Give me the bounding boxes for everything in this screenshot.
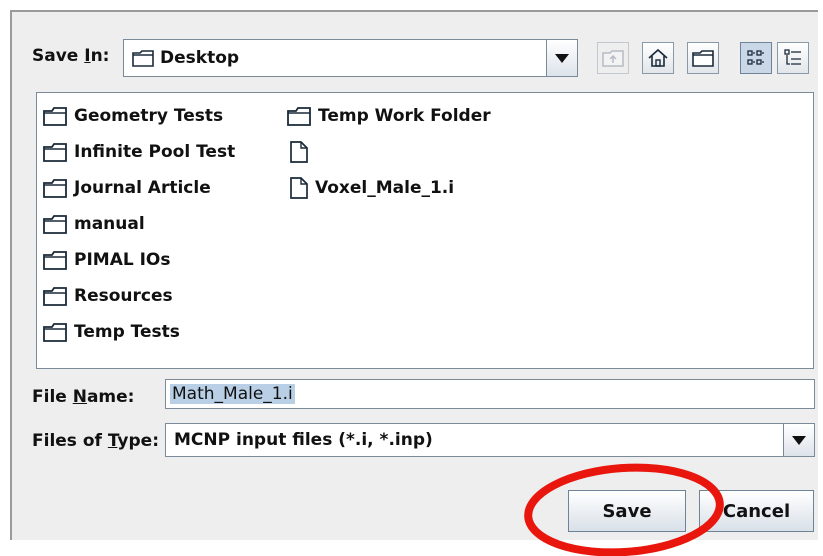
file-type-dropdown-arrow[interactable]	[783, 424, 814, 456]
save-in-dropdown[interactable]: Desktop	[123, 39, 578, 77]
chevron-down-icon	[792, 435, 806, 445]
save-in-dropdown-arrow[interactable]	[546, 40, 577, 76]
list-view-icon	[747, 50, 764, 65]
list-item[interactable]: Journal Article	[43, 175, 211, 201]
up-one-level-button[interactable]	[597, 42, 629, 74]
save-dialog: Save In: Desktop Geometry Tests Infinite…	[10, 10, 818, 556]
folder-icon	[43, 323, 67, 342]
file-icon	[290, 177, 308, 199]
list-item-label: manual	[74, 214, 145, 234]
list-item[interactable]	[290, 139, 315, 165]
list-item-label: Infinite Pool Test	[74, 142, 236, 162]
file-name-label: File Name:	[32, 387, 135, 407]
list-item[interactable]: Infinite Pool Test	[43, 139, 235, 165]
list-item[interactable]: Temp Work Folder	[287, 103, 491, 129]
highlight-circle	[524, 463, 724, 556]
folder-icon	[43, 215, 67, 234]
new-folder-button[interactable]	[687, 42, 719, 74]
file-type-label: Files of Type:	[32, 431, 160, 451]
list-item-label: Resources	[74, 286, 173, 306]
list-view-button[interactable]	[740, 42, 772, 74]
list-item-label: Voxel_Male_1.i	[315, 178, 455, 198]
file-type-value: MCNP input files (*.i, *.inp)	[174, 430, 433, 450]
file-name-value: Math_Male_1.i	[170, 384, 295, 404]
save-in-label: Save In:	[32, 46, 110, 66]
list-item-label: PIMAL IOs	[74, 250, 171, 270]
list-item-label: Geometry Tests	[74, 106, 224, 126]
up-one-level-icon	[602, 50, 624, 67]
new-folder-icon	[692, 50, 714, 67]
home-button[interactable]	[642, 42, 674, 74]
list-item-label: Journal Article	[74, 178, 211, 198]
list-item-label: Temp Work Folder	[318, 106, 491, 126]
details-view-button[interactable]	[777, 42, 809, 74]
folder-icon	[43, 251, 67, 270]
file-type-dropdown[interactable]: MCNP input files (*.i, *.inp)	[165, 423, 815, 457]
list-item-label: Temp Tests	[74, 322, 180, 342]
list-item[interactable]: Temp Tests	[43, 319, 180, 345]
details-view-icon	[784, 49, 801, 65]
home-icon	[648, 48, 668, 67]
list-item[interactable]: Geometry Tests	[43, 103, 223, 129]
folder-icon	[287, 107, 311, 126]
folder-icon	[43, 287, 67, 306]
folder-icon	[43, 143, 67, 162]
save-in-value: Desktop	[160, 48, 240, 68]
file-list[interactable]: Geometry Tests Infinite Pool Test Journa…	[36, 92, 814, 369]
list-item[interactable]: PIMAL IOs	[43, 247, 171, 273]
folder-icon	[132, 50, 154, 67]
folder-icon	[43, 179, 67, 198]
chevron-down-icon	[555, 53, 569, 63]
list-item[interactable]: Voxel_Male_1.i	[290, 175, 454, 201]
file-icon	[290, 141, 308, 163]
folder-icon	[43, 107, 67, 126]
list-item[interactable]: Resources	[43, 283, 173, 309]
file-name-input[interactable]: Math_Male_1.i	[165, 379, 815, 409]
list-item[interactable]: manual	[43, 211, 145, 237]
